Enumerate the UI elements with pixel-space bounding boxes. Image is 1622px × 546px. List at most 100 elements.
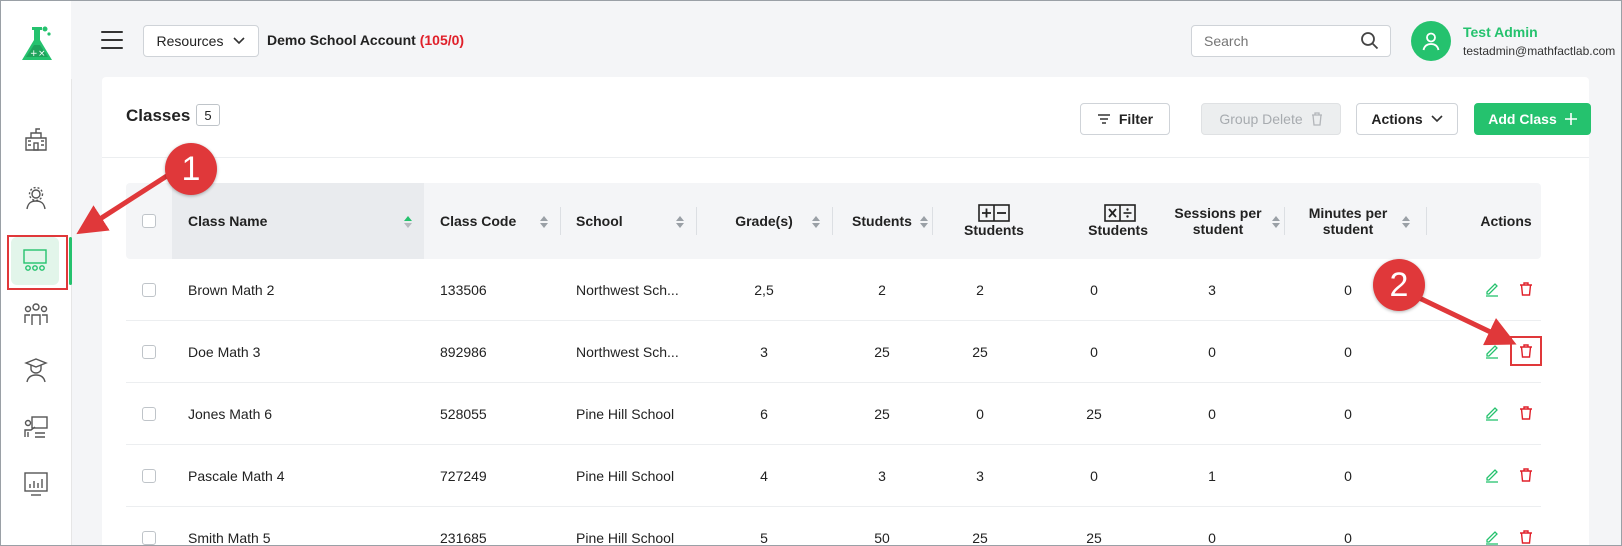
col-minutes[interactable]: Minutes per student (1284, 183, 1412, 259)
search-box[interactable] (1191, 25, 1391, 57)
col-school[interactable]: School (560, 183, 696, 259)
row-checkbox[interactable] (142, 344, 156, 359)
active-indicator (69, 237, 72, 285)
delete-icon[interactable] (1518, 529, 1534, 545)
edit-icon[interactable] (1484, 405, 1500, 421)
table-row[interactable]: Brown Math 2 133506 Northwest Sch... 2,5 2 2 0… (126, 259, 1541, 321)
search-icon[interactable] (1360, 31, 1380, 51)
cell-school: Pine Hill School (576, 467, 675, 484)
table-row[interactable]: Jones Math 6 528055 Pine Hill School 6 25 0 25… (126, 383, 1541, 445)
col-actions: Actions (1426, 183, 1586, 259)
menu-icon[interactable] (101, 31, 123, 49)
edit-icon[interactable] (1484, 343, 1500, 359)
cell-sessions: 1 (1208, 467, 1216, 484)
filter-button[interactable]: Filter (1080, 103, 1170, 135)
group-delete-label: Group Delete (1219, 111, 1303, 127)
col-addsub-students[interactable]: Students (932, 183, 1056, 259)
cell-code: 133506 (440, 281, 487, 298)
school-icon[interactable] (19, 123, 53, 157)
account-info: Demo School Account (105/0) (267, 32, 464, 48)
edit-icon[interactable] (1484, 529, 1500, 545)
user-icon (1422, 32, 1440, 51)
sort-icon[interactable] (1402, 215, 1410, 229)
sort-icon[interactable] (812, 215, 820, 229)
graduate-icon[interactable] (19, 353, 53, 387)
cell-minutes: 0 (1344, 405, 1352, 422)
user-avatar[interactable] (1411, 21, 1451, 61)
table-header: Class Name Class Code School Grade(s) St… (126, 183, 1541, 259)
cell-addsub: 25 (972, 343, 988, 360)
cell-sessions: 0 (1208, 529, 1216, 546)
delete-icon[interactable] (1518, 405, 1534, 421)
cell-school: Northwest Sch... (576, 343, 679, 360)
delete-icon[interactable] (1518, 281, 1534, 297)
cell-minutes: 0 (1344, 467, 1352, 484)
cell-grades: 6 (760, 405, 768, 422)
filter-icon (1097, 114, 1110, 124)
resources-label: Resources (156, 33, 224, 49)
col-grades[interactable]: Grade(s) (696, 183, 832, 259)
row-checkbox[interactable] (142, 530, 156, 545)
annotation-highlight-classes-nav (7, 235, 68, 290)
select-all-checkbox[interactable] (142, 214, 156, 228)
row-select-cell (142, 321, 162, 382)
app-logo[interactable]: + × (17, 23, 57, 63)
col-label: Students (852, 213, 912, 229)
sort-icon[interactable] (540, 215, 548, 229)
sort-icon[interactable] (920, 215, 928, 229)
cell-grades: 2,5 (754, 281, 774, 298)
cell-code: 528055 (440, 405, 487, 422)
sort-icon[interactable] (1272, 215, 1280, 229)
col-label: Students (1088, 222, 1148, 238)
delete-icon[interactable] (1518, 467, 1534, 483)
cell-code: 892986 (440, 343, 487, 360)
col-students[interactable]: Students (832, 183, 932, 259)
students-group-icon[interactable] (19, 297, 53, 331)
sort-asc-icon[interactable] (404, 215, 412, 229)
cell-addsub: 25 (972, 529, 988, 546)
classes-table: Class Name Class Code School Grade(s) St… (126, 183, 1542, 546)
admin-gear-icon[interactable] (19, 181, 53, 215)
svg-text:×: × (38, 49, 46, 59)
col-label: Actions (1480, 213, 1532, 229)
table-row[interactable]: Smith Math 5 231685 Pine Hill School 5 50 25 2… (126, 507, 1541, 546)
table-body: Brown Math 2 133506 Northwest Sch... 2,5 2 2 0… (126, 259, 1542, 546)
row-checkbox[interactable] (142, 468, 156, 483)
edit-icon[interactable] (1484, 281, 1500, 297)
cell-sessions: 0 (1208, 405, 1216, 422)
actions-dropdown[interactable]: Actions (1356, 103, 1458, 135)
teacher-board-icon[interactable] (19, 411, 53, 445)
cell-name: Brown Math 2 (188, 281, 275, 298)
cell-students: 25 (874, 405, 890, 422)
col-class-name[interactable]: Class Name (172, 183, 424, 259)
row-select-cell (142, 259, 162, 320)
cell-school: Northwest Sch... (576, 281, 679, 298)
resources-dropdown[interactable]: Resources (143, 25, 259, 57)
cell-addsub: 0 (976, 405, 984, 422)
col-label: Class Code (440, 213, 517, 229)
sort-icon[interactable] (676, 215, 684, 229)
add-class-button[interactable]: Add Class (1474, 103, 1591, 135)
table-row[interactable]: Pascale Math 4 727249 Pine Hill School 4 3 3 0… (126, 445, 1541, 507)
search-input[interactable] (1202, 26, 1356, 56)
col-muldiv-students[interactable]: Students (1056, 183, 1152, 259)
col-label: Sessions per (1174, 205, 1262, 221)
app-frame: + × Resources Demo School Account (105/0… (0, 0, 1622, 546)
cell-code: 727249 (440, 467, 487, 484)
reports-chart-icon[interactable] (19, 467, 53, 501)
table-row[interactable]: Doe Math 3 892986 Northwest Sch... 3 25 25 0 0 0 (126, 321, 1542, 383)
row-checkbox[interactable] (142, 282, 156, 297)
filter-label: Filter (1118, 111, 1154, 127)
col-class-code[interactable]: Class Code (424, 183, 560, 259)
classes-card: Classes 5 Filter Group Delete Actions Ad… (102, 77, 1591, 546)
cell-grades: 4 (760, 467, 768, 484)
cell-students: 50 (874, 529, 890, 546)
chevron-down-icon (233, 37, 246, 45)
cell-students: 25 (874, 343, 890, 360)
group-delete-button[interactable]: Group Delete (1201, 103, 1341, 135)
col-sessions[interactable]: Sessions per student (1152, 183, 1284, 259)
row-checkbox[interactable] (142, 406, 156, 421)
edit-icon[interactable] (1484, 467, 1500, 483)
times-divide-icon (1104, 204, 1136, 222)
chevron-down-icon (1431, 115, 1443, 123)
